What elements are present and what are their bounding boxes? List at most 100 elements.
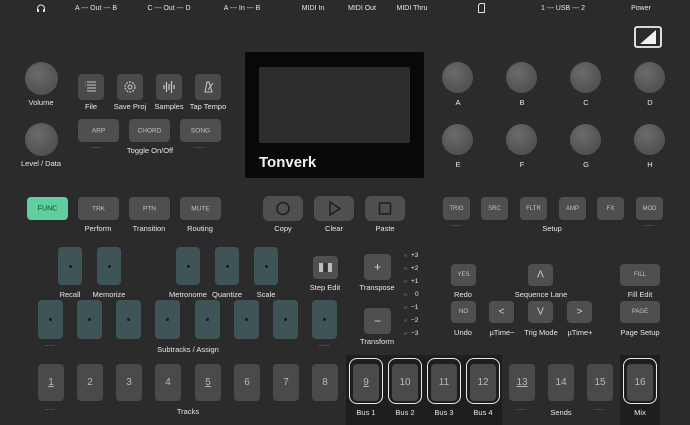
toggle-caption: Toggle On/Off [126,146,174,155]
arrow-left-button[interactable]: < [489,301,514,323]
mix-label: Mix [634,408,646,417]
setup-right-dots: ...... [644,222,655,228]
track-pad[interactable]: 5 [195,364,221,401]
save-proj-label: Save Proj [113,102,147,111]
send-pad[interactable]: 15 [587,364,613,401]
subtrack-button[interactable] [195,300,220,339]
transpose-level: −2 [411,317,419,324]
knob-f[interactable] [506,124,537,155]
knob-h[interactable] [634,124,665,155]
file-button[interactable] [78,74,104,100]
subtrack-button[interactable] [38,300,63,339]
trig-button[interactable]: TRIG [443,197,470,220]
mix-outline [623,358,657,404]
sends-label: Sends [550,408,572,417]
yes-label: YES [457,272,470,278]
volume-knob[interactable] [25,62,58,95]
metronome-button[interactable] [176,247,200,285]
transpose-label: Transpose [359,283,395,292]
subtrack-button[interactable] [77,300,102,339]
level-data-knob[interactable] [25,123,58,156]
page-setup-label: Page Setup [620,328,660,337]
recall-button[interactable] [58,247,82,285]
transpose-led [404,293,407,296]
arp-button[interactable]: ARP [78,119,119,142]
ptn-button[interactable]: PTN [129,197,170,220]
func-button[interactable]: FUNC [27,197,68,220]
mute-button[interactable]: MUTE [180,197,221,220]
fx-button[interactable]: FX [597,197,624,220]
transpose-plus-button[interactable]: + [364,254,391,280]
setup-caption: Setup [542,224,562,233]
arrow-down-button[interactable]: V [528,301,553,323]
fill-button[interactable]: FILL [620,264,660,286]
pad-number: 5 [205,377,211,388]
knob-d[interactable] [634,62,665,93]
knob-e[interactable] [442,124,473,155]
memorize-button[interactable] [97,247,121,285]
track-pad[interactable]: 4 [155,364,181,401]
trig-label: TRIG [449,205,464,212]
func-label: FUNC [37,205,58,212]
step-edit-button[interactable] [313,256,338,279]
sends-right-dots: ...... [594,406,605,412]
send-pad[interactable]: 14 [548,364,574,401]
arrow-right-button[interactable]: > [567,301,592,323]
subtracks-assign-label: Subtracks / Assign [157,345,219,354]
subtrack-button[interactable] [312,300,337,339]
play-button[interactable] [314,196,354,221]
trk-button[interactable]: TRK [78,197,119,220]
send-pad[interactable]: 13 [509,364,535,401]
stop-button[interactable] [365,196,405,221]
subtrack-button[interactable] [234,300,259,339]
samples-button[interactable] [156,74,182,100]
fltr-button[interactable]: FLTR [520,197,547,220]
knob-h-label: H [647,160,653,169]
record-button[interactable] [263,196,303,221]
track-pad[interactable]: 3 [116,364,142,401]
track-pad[interactable]: 6 [234,364,260,401]
brand-name: Tonverk [259,154,317,171]
knob-g[interactable] [570,124,601,155]
subtrack-button[interactable] [116,300,141,339]
transpose-minus-button[interactable]: − [364,308,391,334]
knob-b-label: B [519,98,525,107]
no-button[interactable]: NO [451,301,476,323]
sd-card-icon [478,3,485,13]
pad-number: 3 [126,377,132,388]
subtrack-button[interactable] [273,300,298,339]
subtrack-left-dots: ...... [45,342,56,348]
arrow-up-button[interactable]: Λ [528,264,553,286]
chord-button[interactable]: CHORD [129,119,170,142]
scale-button[interactable] [254,247,278,285]
track-pad[interactable]: 1 [38,364,64,401]
tap-tempo-button[interactable] [195,74,221,100]
yes-button[interactable]: YES [451,264,476,286]
mod-button[interactable]: MOD [636,197,663,220]
pad-number: 2 [87,377,93,388]
toggle-right-dots: ...... [194,144,205,150]
track-pad[interactable]: 8 [312,364,338,401]
subtrack-button[interactable] [155,300,180,339]
src-button[interactable]: SRC [481,197,508,220]
track-pad[interactable]: 2 [77,364,103,401]
knob-c[interactable] [570,62,601,93]
page-button[interactable]: PAGE [620,301,660,323]
amp-button[interactable]: AMP [559,197,586,220]
plus-icon: + [373,260,381,274]
quantize-button[interactable] [215,247,239,285]
save-proj-button[interactable] [117,74,143,100]
transpose-led [404,267,407,270]
track-pad[interactable]: 7 [273,364,299,401]
mute-label: MUTE [191,205,210,212]
knob-d-label: D [647,98,653,107]
transpose-led [404,332,407,335]
knob-b[interactable] [506,62,537,93]
arrow-left-icon: < [498,306,505,318]
song-button[interactable]: SONG [180,119,221,142]
redo-label: Redo [454,290,472,299]
knob-a[interactable] [442,62,473,93]
transpose-level: 0 [415,291,419,298]
utime-minus-label: µTime− [489,328,515,337]
pad-number: 7 [283,377,289,388]
